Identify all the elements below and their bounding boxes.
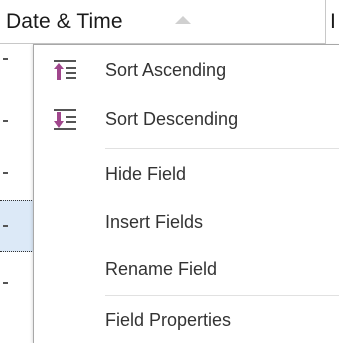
menu-item-sort-ascending[interactable]: Sort Ascending [34, 47, 339, 93]
row-dash-glyph [3, 225, 8, 227]
menu-item-label: Sort Ascending [105, 60, 227, 80]
sort-indicator-icon [175, 16, 191, 24]
next-column-header-fragment[interactable]: I [330, 10, 339, 34]
menu-item-hide-field[interactable]: Hide Field [34, 151, 339, 197]
row-dash-glyph [3, 282, 8, 284]
menu-item-rename-field[interactable]: Rename Field [34, 246, 339, 292]
row-dash-glyph [3, 120, 8, 122]
menu-item-label: Rename Field [105, 259, 218, 279]
menu-item-label: Field Properties [105, 310, 232, 330]
column-context-menu: Sort Ascending Sort Descending Hide Fiel… [33, 44, 339, 343]
menu-item-field-properties[interactable]: Field Properties [34, 297, 339, 343]
menu-item-insert-fields[interactable]: Insert Fields [34, 199, 339, 245]
menu-separator [105, 148, 339, 149]
column-header-title: Date & Time [6, 10, 123, 33]
menu-separator [105, 295, 339, 296]
sort-descending-icon [53, 108, 77, 130]
row-dash-glyph [3, 172, 8, 174]
column-divider[interactable] [325, 0, 326, 44]
row-dash-glyph [3, 58, 8, 60]
menu-item-label: Sort Descending [105, 109, 239, 129]
menu-item-label: Insert Fields [105, 212, 204, 232]
menu-item-sort-descending[interactable]: Sort Descending [34, 96, 339, 142]
datasheet-view: Date & Time I Sort Ascending Sort Descen… [0, 0, 339, 343]
column-header-date-time[interactable]: Date & Time [0, 0, 325, 44]
sort-ascending-icon [53, 59, 77, 81]
menu-item-label: Hide Field [105, 164, 187, 184]
